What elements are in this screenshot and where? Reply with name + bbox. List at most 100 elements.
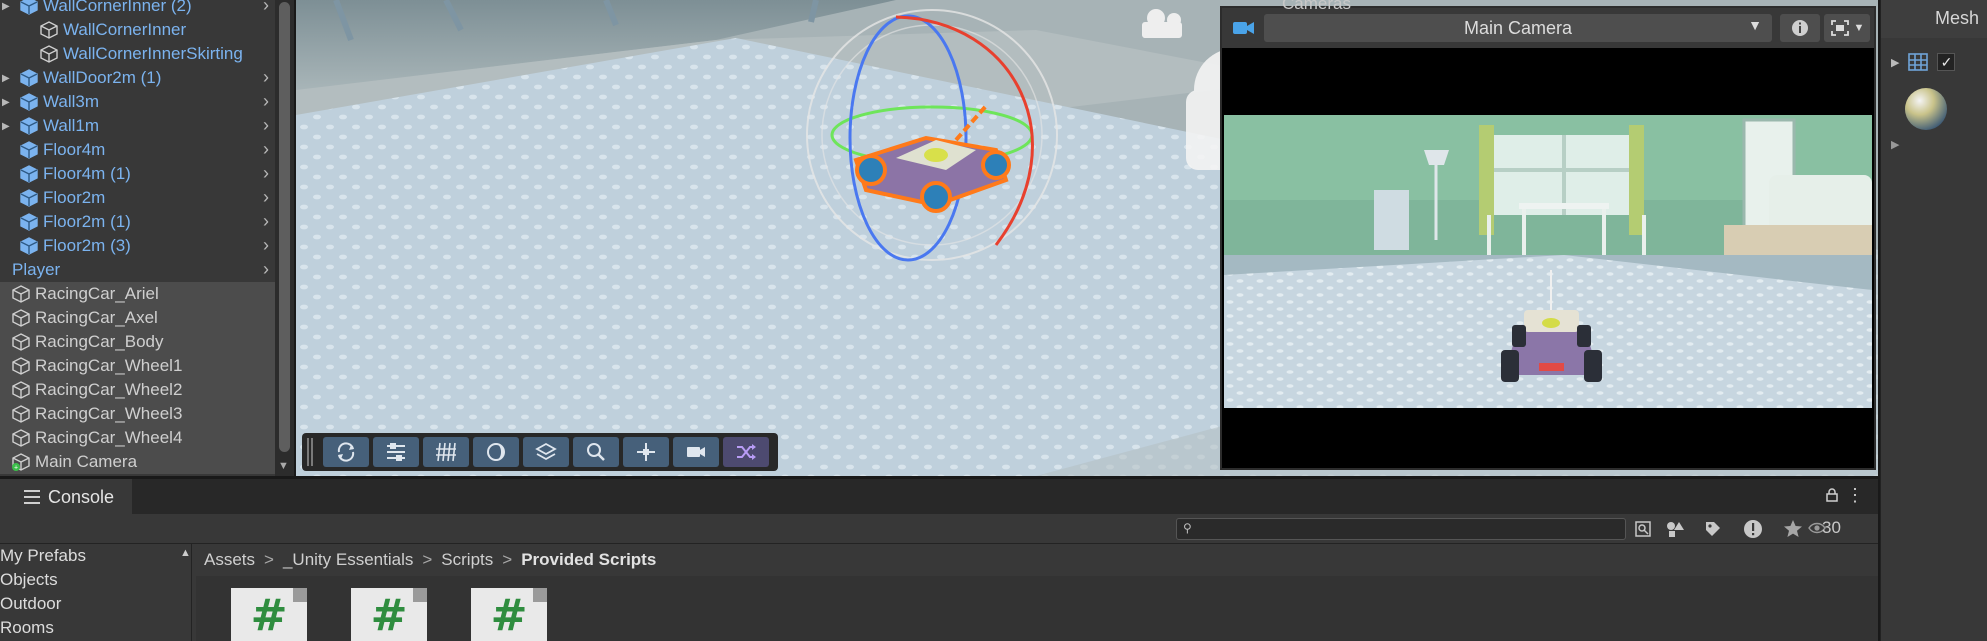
prefab-cube-icon [20, 93, 38, 111]
hierarchy-row-label: WallCornerInner (2) [43, 0, 192, 15]
hierarchy-row-label: Wall3m [43, 92, 100, 111]
material-preview-sphere[interactable] [1903, 86, 1949, 132]
hierarchy-row[interactable]: Player › [0, 258, 275, 282]
expand-arrow-icon[interactable]: ▶ [1891, 56, 1899, 69]
shapes-icon [1667, 522, 1684, 537]
gameobject-cube-icon [12, 309, 30, 327]
camera-select-dropdown[interactable]: Main Camera ▼ [1264, 14, 1772, 42]
project-content-area: Assets > _Unity Essentials > Scripts > P… [196, 544, 1878, 641]
hierarchy-row[interactable]: ▶ Wall1m › [0, 114, 275, 138]
prefab-cube-icon [20, 141, 38, 159]
shuffle-icon[interactable] [723, 437, 769, 467]
orbit-icon[interactable] [323, 437, 369, 467]
video-camera-icon [1233, 22, 1254, 34]
folder-my-prefabs[interactable]: My Prefabs [0, 546, 86, 566]
hierarchy-row[interactable]: Floor4m › [0, 138, 275, 162]
filter-by-label-button[interactable] [1698, 516, 1728, 542]
hierarchy-row[interactable]: WallCornerInner [0, 18, 275, 42]
hierarchy-row[interactable]: RacingCar_Body [0, 330, 275, 354]
open-prefab-chevron-icon[interactable]: › [263, 67, 269, 88]
script-hash-glyph: # [250, 590, 288, 641]
open-prefab-chevron-icon[interactable]: › [263, 163, 269, 184]
folder-outdoor[interactable]: Outdoor [0, 594, 61, 614]
hierarchy-row[interactable]: RacingCar_Wheel4 [0, 426, 275, 450]
hierarchy-row-label: RacingCar_Body [35, 332, 164, 351]
csharp-script-icon[interactable]: # [231, 588, 307, 641]
breadcrumb-assets[interactable]: Assets [204, 550, 255, 570]
expand-arrow-icon[interactable]: ▶ [2, 1, 12, 12]
expand-arrow-icon[interactable]: ▶ [2, 121, 12, 132]
tab-console[interactable]: Console [0, 479, 132, 515]
open-prefab-chevron-icon[interactable]: › [263, 0, 269, 16]
gameobject-cube-icon [12, 429, 30, 447]
search-icon[interactable] [573, 437, 619, 467]
search-by-type-button[interactable] [1628, 516, 1658, 542]
move-icon[interactable] [623, 437, 669, 467]
gameobject-cube-icon [12, 357, 30, 375]
hierarchy-row[interactable]: RacingCar_Wheel1 [0, 354, 275, 378]
open-prefab-chevron-icon[interactable]: › [263, 115, 269, 136]
expand-arrow-icon[interactable]: ▶ [1891, 138, 1899, 151]
open-prefab-chevron-icon[interactable]: › [263, 91, 269, 112]
breadcrumb-scripts[interactable]: Scripts [441, 550, 493, 570]
mesh-renderer-row[interactable]: ▶ ✓ [1881, 46, 1987, 78]
csharp-script-icon[interactable]: # [471, 588, 547, 641]
hierarchy-row[interactable]: WallCornerInnerSkirting [0, 42, 275, 66]
layers-icon[interactable] [523, 437, 569, 467]
folder-rooms[interactable]: Rooms [0, 618, 54, 638]
hierarchy-row[interactable]: Floor2m (3) › [0, 234, 275, 258]
open-prefab-chevron-icon[interactable]: › [263, 259, 269, 280]
camera-icon[interactable] [673, 437, 719, 467]
expand-arrow-icon[interactable]: ▶ [2, 97, 12, 108]
shading-icon[interactable] [473, 437, 519, 467]
svg-text:+: + [14, 465, 18, 472]
hierarchy-row[interactable]: Floor2m (1) › [0, 210, 275, 234]
project-search-input[interactable]: ⚲ [1176, 518, 1626, 540]
maximize-preview-button[interactable]: ▼ [1824, 14, 1870, 42]
more-options-icon[interactable]: ⋮ [1846, 485, 1864, 506]
hierarchy-row-label: WallDoor2m (1) [43, 68, 162, 87]
breadcrumb-unity-essentials[interactable]: _Unity Essentials [283, 550, 413, 570]
hierarchy-row[interactable]: RacingCar_Axel [0, 306, 275, 330]
favorites-button[interactable] [1778, 516, 1808, 542]
hierarchy-row[interactable]: + Main Camera [0, 450, 275, 474]
component-enabled-checkbox[interactable]: ✓ [1937, 53, 1956, 71]
hierarchy-row[interactable]: RacingCar_Wheel2 [0, 378, 275, 402]
hierarchy-scrollbar-thumb[interactable] [279, 2, 290, 452]
script-hash-glyph: # [490, 590, 528, 641]
prefab-cube-icon [20, 165, 38, 183]
hierarchy-row[interactable]: ▶ Wall3m › [0, 90, 275, 114]
project-window: ⚲ 30 ▲ My Prefabs Objects Outdoor Rooms … [0, 514, 1878, 641]
hierarchy-row[interactable]: RacingCar_Ariel [0, 282, 275, 306]
hierarchy-row[interactable]: ▶ WallDoor2m (1) › [0, 66, 275, 90]
breadcrumb-provided-scripts[interactable]: Provided Scripts [521, 550, 656, 570]
hierarchy-scrollbar[interactable]: ▼ [275, 0, 294, 476]
hierarchy-row-label: Floor4m [43, 140, 106, 159]
lock-icon[interactable] [1826, 488, 1838, 506]
camera-info-button[interactable] [1780, 14, 1820, 42]
search-icon: ⚲ [1183, 521, 1192, 535]
tag-icon [1706, 522, 1720, 536]
filter-by-type-button[interactable] [1660, 516, 1690, 542]
hierarchy-row-label: RacingCar_Wheel4 [35, 428, 183, 447]
expand-arrow-icon[interactable]: ▶ [2, 73, 12, 84]
sliders-icon[interactable] [373, 437, 419, 467]
hierarchy-row[interactable]: ▶ WallCornerInner (2) › [0, 0, 275, 18]
hierarchy-row-label: Floor2m (3) [43, 236, 131, 255]
filter-log-type-button[interactable] [1738, 516, 1768, 542]
toolbar-drag-handle[interactable] [307, 438, 313, 466]
scroll-down-arrow-icon[interactable]: ▼ [278, 460, 289, 472]
open-prefab-chevron-icon[interactable]: › [263, 211, 269, 232]
inspector-panel: Mesh ▶ ✓ ▶ [1880, 0, 1987, 641]
grid-icon[interactable] [423, 437, 469, 467]
collapse-arrow-icon[interactable]: ▲ [180, 547, 191, 559]
hierarchy-row[interactable]: RacingCar_Wheel3 [0, 402, 275, 426]
open-prefab-chevron-icon[interactable]: › [263, 235, 269, 256]
open-prefab-chevron-icon[interactable]: › [263, 139, 269, 160]
csharp-script-icon[interactable]: # [351, 588, 427, 641]
hierarchy-row[interactable]: Floor2m › [0, 186, 275, 210]
camera-preview-header: Cameras Main Camera ▼ ▼ [1222, 0, 1874, 48]
folder-objects[interactable]: Objects [0, 570, 58, 590]
hierarchy-row[interactable]: Floor4m (1) › [0, 162, 275, 186]
open-prefab-chevron-icon[interactable]: › [263, 187, 269, 208]
